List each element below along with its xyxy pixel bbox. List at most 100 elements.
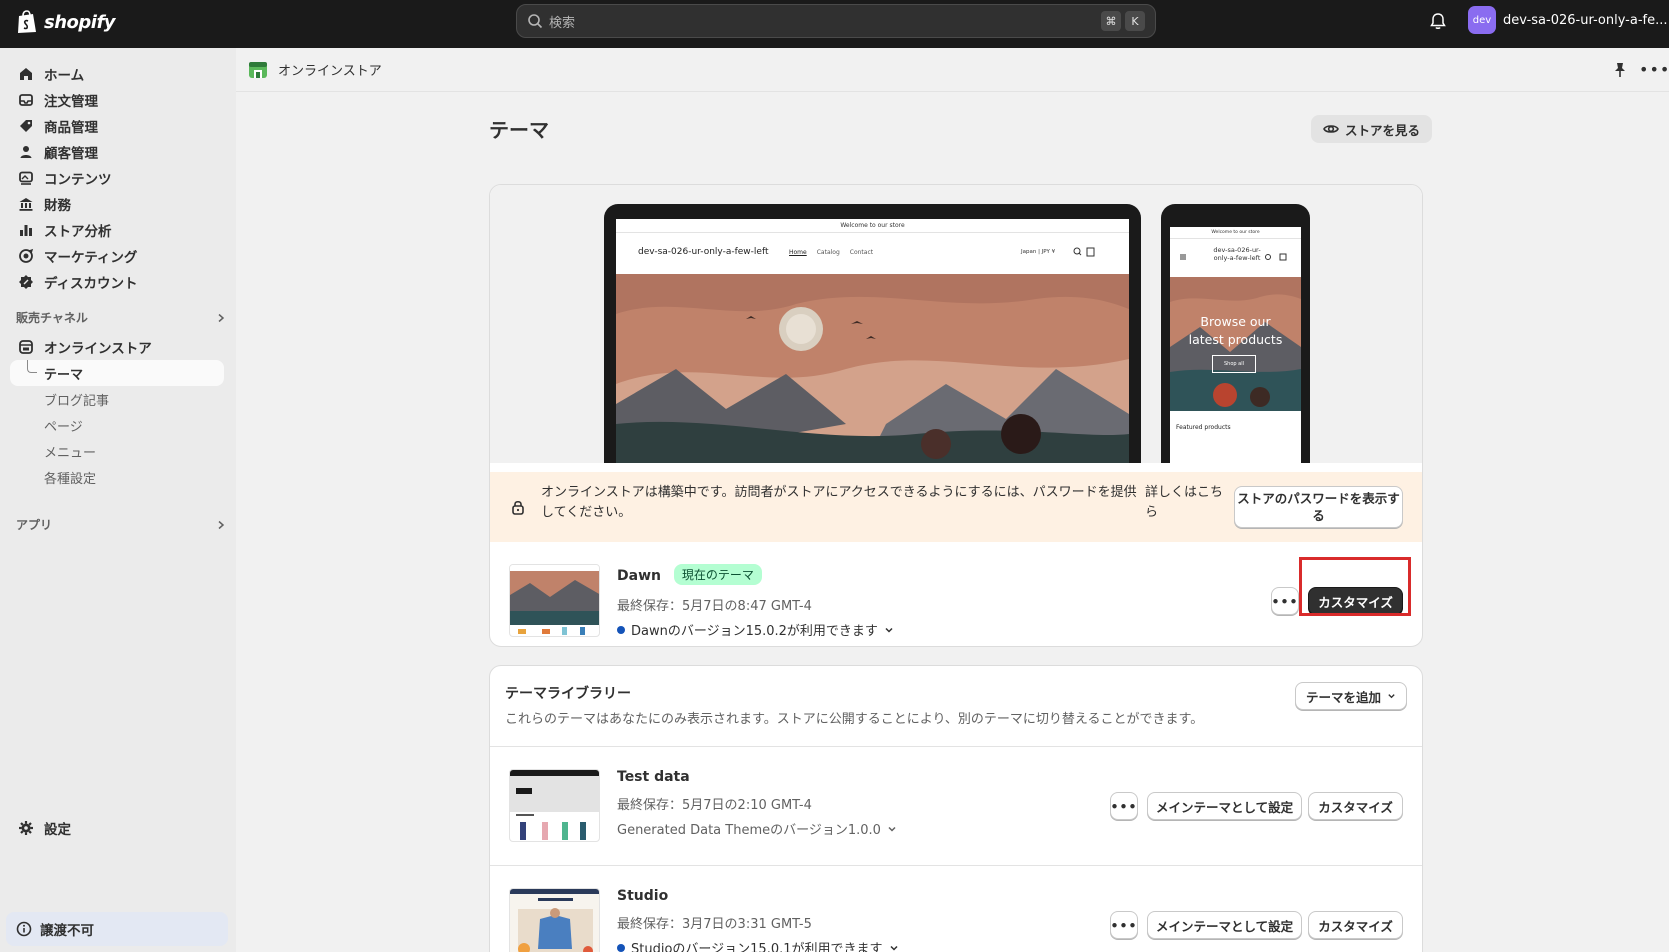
sidebar-item-customers[interactable]: 顧客管理 [10, 139, 224, 165]
sidebar-item-discounts[interactable]: ディスカウント [10, 269, 224, 295]
theme-thumbnail[interactable] [509, 769, 600, 842]
eye-icon [1323, 125, 1339, 133]
current-theme-name: Dawn 現在のテーマ [617, 564, 762, 585]
mobile-preview-screen: Welcome to our store dev-sa-026-ur-only-… [1170, 227, 1301, 463]
theme-more-actions-button[interactable]: ••• [1271, 587, 1299, 615]
preview-nav-item: Contact [849, 249, 874, 256]
preview-nav: Home Catalog Contact [789, 249, 873, 256]
last-saved-text: 最終保存：5月7日の2:10 GMT-4 [617, 798, 812, 813]
view-store-button[interactable]: ストアを見る [1311, 115, 1433, 143]
tag-icon [20, 120, 32, 132]
sidebar-item-online-store[interactable]: オンラインストア [10, 334, 224, 360]
theme-more-actions-button[interactable]: ••• [1110, 911, 1138, 939]
sidebar-item-content[interactable]: コンテンツ [10, 165, 224, 191]
version-text: Generated Data Themeのバージョン1.0.0 [617, 823, 881, 838]
mobile-preview-announcement: Welcome to our store [1170, 227, 1301, 239]
sidebar-item-label: オンラインストア [44, 341, 152, 357]
sidebar-item-products[interactable]: 商品管理 [10, 113, 224, 139]
info-icon [16, 921, 32, 937]
password-notice-text: オンラインストアは構築中です。訪問者がストアにアクセスできるようにするには、パス… [541, 485, 1137, 520]
sidebar-subitem-label: 各種設定 [44, 471, 97, 487]
sidebar-item-settings[interactable]: 設定 [10, 815, 224, 841]
sidebar-subitem-themes[interactable]: テーマ [10, 360, 224, 386]
customize-highlight-box [1299, 557, 1411, 616]
current-theme-badge: 現在のテーマ [673, 564, 762, 585]
sidebar-item-label: 商品管理 [44, 120, 98, 136]
discount-icon [19, 275, 33, 289]
sidebar-subitem-navigation[interactable]: メニュー [10, 438, 224, 464]
apps-section[interactable]: アプリ [16, 516, 226, 533]
online-store-app-icon [249, 61, 267, 78]
pin-icon[interactable] [1611, 61, 1629, 79]
bank-icon [19, 198, 33, 211]
chevron-right-icon [218, 520, 225, 529]
version-update-notice[interactable]: Dawnのバージョン15.0.2が利用できます [617, 620, 894, 639]
sidebar-item-label: 顧客管理 [44, 146, 98, 162]
theme-thumbnail[interactable] [509, 888, 600, 952]
show-store-password-button[interactable]: ストアのパスワードを表示する [1234, 486, 1403, 528]
lock-icon [512, 500, 524, 515]
customize-button[interactable]: カスタマイズ [1308, 911, 1403, 939]
update-dot-icon [617, 625, 625, 634]
sidebar-subitem-pages[interactable]: ページ [10, 412, 224, 438]
store-avatar: dev [1468, 6, 1496, 34]
version-update-text: Studioのバージョン15.0.1が利用できます [631, 942, 883, 952]
sidebar-item-label: 注文管理 [44, 94, 98, 110]
sidebar-item-label: 設定 [44, 822, 71, 838]
target-icon [19, 248, 34, 263]
chevron-down-icon [885, 627, 893, 633]
learn-more-link[interactable]: 詳しくはこちら [1145, 483, 1225, 523]
sidebar-subitem-label: メニュー [44, 445, 97, 461]
chevron-right-icon [218, 313, 225, 322]
search-input[interactable]: 検索 ⌘ K [516, 4, 1156, 38]
library-theme-name: Test data [617, 769, 690, 785]
image-icon [19, 171, 33, 185]
mobile-header-icons [1180, 253, 1287, 261]
sidebar-subitem-preferences[interactable]: 各種設定 [10, 464, 224, 490]
sidebar-item-orders[interactable]: 注文管理 [10, 87, 224, 113]
chevron-down-icon [1388, 694, 1395, 699]
bell-icon[interactable] [1428, 11, 1448, 31]
person-icon [20, 146, 32, 158]
sidebar-subitem-label: ブログ記事 [44, 393, 110, 409]
theme-more-actions-button[interactable]: ••• [1110, 792, 1138, 820]
chevron-down-icon [889, 945, 898, 951]
mobile-featured-section [1170, 411, 1301, 463]
more-actions-icon[interactable]: ••• [1639, 60, 1669, 80]
inbox-icon [19, 94, 33, 106]
sidebar-item-finance[interactable]: 財務 [10, 191, 224, 217]
mobile-hero-line-1: Browse our [1200, 314, 1271, 329]
last-saved-text: 最終保存：5月7日の8:47 GMT-4 [617, 599, 812, 614]
theme-library-title: テーマライブラリー [505, 686, 631, 702]
non-transferable-label: 譲渡不可 [40, 923, 94, 939]
sidebar-item-label: マーケティング [44, 250, 138, 266]
current-theme-card: Welcome to our store dev-sa-026-ur-only-… [489, 184, 1423, 647]
publish-theme-button[interactable]: メインテーマとして設定 [1147, 911, 1302, 939]
publish-theme-button[interactable]: メインテーマとして設定 [1147, 792, 1302, 820]
store-switcher[interactable]: dev dev-sa-026-ur-only-a-fe... [1468, 6, 1668, 34]
non-transferable-banner[interactable]: 譲渡不可 [6, 912, 228, 946]
sales-channels-section[interactable]: 販売チャネル [16, 309, 226, 326]
sidebar-subitem-label: テーマ [44, 367, 84, 383]
version-update-notice[interactable]: Studioのバージョン15.0.1が利用できます [617, 938, 899, 952]
version-info[interactable]: Generated Data Themeのバージョン1.0.0 [617, 819, 897, 838]
sidebar-item-label: 財務 [44, 198, 71, 214]
theme-name-text: Dawn [617, 568, 661, 584]
sidebar-item-marketing[interactable]: マーケティング [10, 243, 224, 269]
theme-thumbnail[interactable] [509, 564, 600, 637]
sidebar-item-home[interactable]: ホーム [10, 61, 224, 87]
breadcrumb-label[interactable]: オンラインストア [278, 60, 382, 79]
sidebar-subitem-blog-posts[interactable]: ブログ記事 [10, 386, 224, 412]
sidebar-item-analytics[interactable]: ストア分析 [10, 217, 224, 243]
shopify-logo[interactable]: shopify [16, 10, 116, 34]
shortcut-k-key: K [1125, 11, 1145, 31]
add-theme-button[interactable]: テーマを追加 [1295, 682, 1407, 710]
preview-header: dev-sa-026-ur-only-a-few-left Home Catal… [616, 233, 1129, 273]
mobile-preview-frame: Welcome to our store dev-sa-026-ur-only-… [1161, 204, 1310, 463]
gear-icon [19, 821, 33, 835]
current-theme-row: Dawn 現在のテーマ 最終保存：5月7日の8:47 GMT-4 Dawnのバー… [490, 542, 1422, 646]
customize-button[interactable]: カスタマイズ [1308, 792, 1403, 820]
store-name: dev-sa-026-ur-only-a-fe... [1503, 12, 1668, 28]
shopify-bag-icon [18, 10, 36, 33]
sidebar-subitem-label: ページ [44, 419, 83, 435]
